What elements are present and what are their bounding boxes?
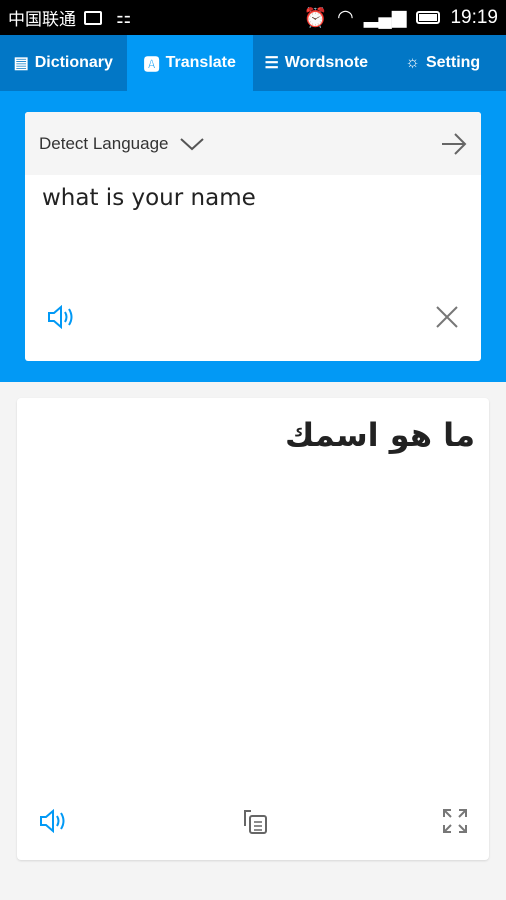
book-icon: ▤ — [13, 55, 29, 72]
copy-icon[interactable] — [242, 808, 268, 834]
language-selector[interactable]: Detect Language — [39, 134, 169, 154]
grid-icon: ⚏ — [116, 7, 132, 27]
tab-translate[interactable]: 🅰 Translate — [126, 35, 253, 91]
translate-icon: 🅰 — [143, 57, 160, 74]
tab-bar: ▤ Dictionary 🅰 Translate ☰ Wordsnote ☼ Setti… — [0, 35, 506, 91]
signal-icon: ▂▄▆ — [363, 7, 407, 28]
result-card: ما هو اسمك — [17, 398, 489, 860]
speaker-icon[interactable] — [39, 809, 67, 833]
clock: 19:19 — [450, 6, 498, 28]
status-bar: 中国联通 ⚏ ⏰ ◠ ▂▄▆ 19:19 — [0, 0, 506, 35]
alarm-icon: ⏰ — [303, 7, 328, 29]
input-area: Detect Language what is your name — [0, 91, 506, 382]
tab-dictionary[interactable]: ▤ Dictionary — [0, 35, 127, 91]
translation-output: ما هو اسمك — [284, 416, 475, 454]
tab-wordsnote[interactable]: ☰ Wordsnote — [253, 35, 380, 91]
chevron-down-icon[interactable] — [179, 136, 205, 152]
arrow-right-icon[interactable] — [441, 132, 467, 155]
carrier: 中国联通 — [8, 10, 76, 29]
notepad-icon: ☰ — [264, 55, 279, 72]
speaker-icon[interactable] — [47, 305, 75, 329]
tab-setting[interactable]: ☼ Setting — [380, 35, 506, 91]
source-card: Detect Language what is your name — [25, 112, 481, 361]
gear-icon: ☼ — [405, 54, 420, 71]
image-icon — [84, 10, 102, 25]
source-input[interactable]: what is your name — [25, 175, 481, 305]
battery-icon — [416, 11, 441, 24]
wifi-icon: ◠ — [337, 7, 354, 28]
close-icon[interactable] — [435, 305, 459, 329]
fullscreen-icon[interactable] — [443, 809, 467, 833]
